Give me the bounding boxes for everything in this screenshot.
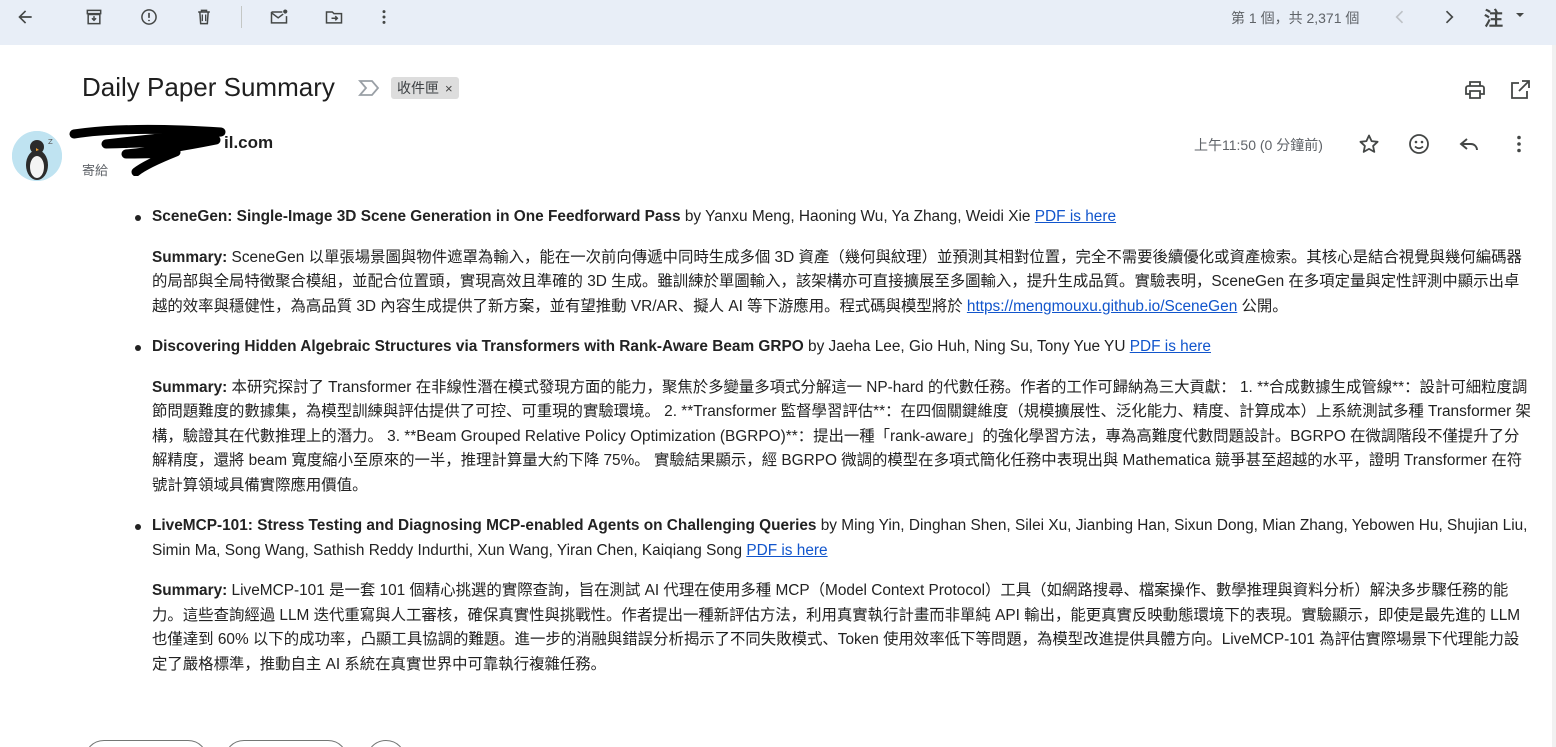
remove-label-icon[interactable]: ×: [445, 81, 453, 96]
email-body: SceneGen: Single-Image 3D Scene Generati…: [135, 205, 1534, 693]
svg-text:Z: Z: [48, 138, 53, 146]
pager-count: 第 1 個，共 2,371 個: [1231, 10, 1360, 26]
report-spam-icon[interactable]: [135, 4, 163, 30]
forward-button[interactable]: [224, 740, 348, 747]
star-icon[interactable]: [1357, 132, 1381, 156]
paper-authors: by Yanxu Meng, Haoning Wu, Ya Zhang, Wei…: [680, 208, 1035, 225]
chevron-right-icon[interactable]: [1435, 4, 1463, 30]
mark-unread-icon[interactable]: [265, 4, 293, 30]
paper-summary: Summary: 本研究探討了 Transformer 在非線性潛在模式發現方面…: [152, 376, 1534, 499]
paper-title-line: Discovering Hidden Algebraic Structures …: [135, 335, 1534, 360]
importance-marker-icon[interactable]: [358, 78, 380, 98]
paper-authors: by Jaeha Lee, Gio Huh, Ning Su, Tony Yue…: [803, 338, 1130, 355]
open-in-new-window-icon[interactable]: [1508, 78, 1532, 102]
paper-item: Discovering Hidden Algebraic Structures …: [135, 335, 1534, 499]
emoji-button[interactable]: [366, 740, 406, 747]
move-to-icon[interactable]: [320, 4, 348, 30]
paper-title-line: LiveMCP-101: Stress Testing and Diagnosi…: [135, 514, 1534, 563]
toolbar-divider: [241, 6, 242, 28]
message-time: 上午11:50 (0 分鐘前): [1194, 137, 1323, 153]
reply-button[interactable]: [84, 740, 208, 747]
summary-tail: 公開。: [1237, 297, 1288, 315]
summary-label: Summary:: [152, 248, 228, 266]
back-arrow-icon[interactable]: [11, 4, 39, 30]
print-icon[interactable]: [1463, 78, 1487, 102]
more-vert-icon[interactable]: [1507, 132, 1531, 156]
archive-icon[interactable]: [80, 4, 108, 30]
recipient-line[interactable]: 寄給: [82, 160, 108, 179]
pdf-link[interactable]: PDF is here: [1035, 208, 1116, 225]
summary-label: Summary:: [152, 582, 228, 599]
paper-summary: Summary: SceneGen 以單張場景圖與物件遮罩為輸入，能在一次前向傳…: [152, 246, 1534, 320]
more-vert-icon[interactable]: [370, 4, 398, 30]
paper-summary: Summary: LiveMCP-101 是一套 101 個精心挑選的實際查詢，…: [152, 579, 1534, 677]
paper-item: LiveMCP-101: Stress Testing and Diagnosi…: [135, 514, 1534, 677]
reply-icon[interactable]: [1457, 132, 1481, 156]
sender-avatar[interactable]: Z: [12, 131, 62, 181]
chevron-left-icon[interactable]: [1386, 4, 1414, 30]
recipient-prefix: 寄給: [82, 163, 109, 178]
label-chip-text: 收件匣: [397, 80, 439, 96]
message-toolbar: 第 1 個，共 2,371 個 注: [0, 0, 1556, 45]
paper-title: SceneGen: Single-Image 3D Scene Generati…: [152, 208, 681, 225]
summary-text: LiveMCP-101 是一套 101 個精心挑選的實際查詢，旨在測試 AI 代…: [152, 582, 1521, 673]
paper-title: Discovering Hidden Algebraic Structures …: [152, 338, 804, 355]
input-tools-button[interactable]: 注: [1484, 4, 1503, 31]
summary-text: 本研究探討了 Transformer 在非線性潛在模式發現方面的能力，聚焦於多變…: [152, 378, 1531, 494]
project-link[interactable]: https://mengmouxu.github.io/SceneGen: [967, 298, 1237, 315]
summary-label: Summary:: [152, 378, 228, 396]
emoji-reaction-icon[interactable]: [1407, 132, 1431, 156]
delete-icon[interactable]: [190, 4, 218, 30]
pdf-link[interactable]: PDF is here: [1130, 338, 1211, 355]
summary-text: SceneGen 以單張場景圖與物件遮罩為輸入，能在一次前向傳遞中同時生成多個 …: [152, 248, 1522, 315]
paper-title-line: SceneGen: Single-Image 3D Scene Generati…: [135, 205, 1534, 230]
pdf-link[interactable]: PDF is here: [746, 542, 827, 559]
paper-title: LiveMCP-101: Stress Testing and Diagnosi…: [152, 517, 817, 534]
email-subject: Daily Paper Summary: [82, 72, 335, 102]
paper-item: SceneGen: Single-Image 3D Scene Generati…: [135, 205, 1534, 320]
caret-down-icon[interactable]: [1514, 8, 1526, 20]
scrollbar[interactable]: [1552, 45, 1556, 747]
inbox-label-chip: 收件匣 ×: [391, 77, 459, 99]
